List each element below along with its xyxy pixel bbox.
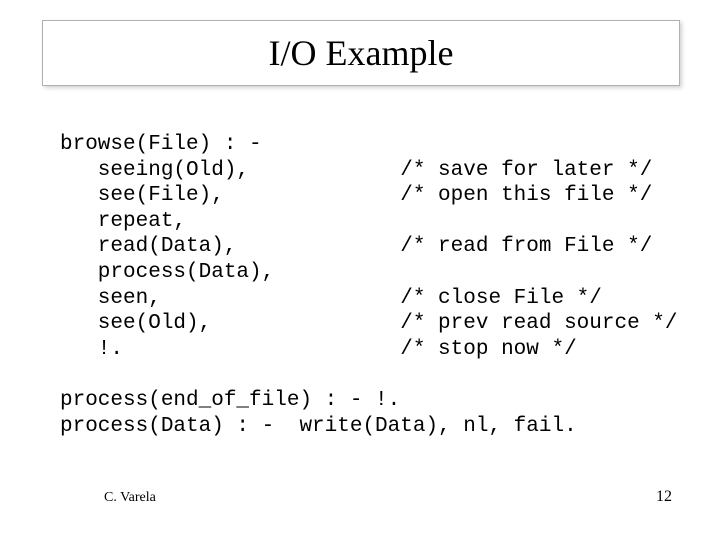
footer-author: C. Varela: [104, 490, 156, 506]
footer-page-number: 12: [656, 488, 672, 506]
code-block: browse(File) : - seeing(Old), /* save fo…: [60, 132, 678, 439]
slide-title: I/O Example: [269, 32, 454, 74]
slide: I/O Example browse(File) : - seeing(Old)…: [0, 0, 720, 540]
title-box: I/O Example: [42, 20, 680, 86]
